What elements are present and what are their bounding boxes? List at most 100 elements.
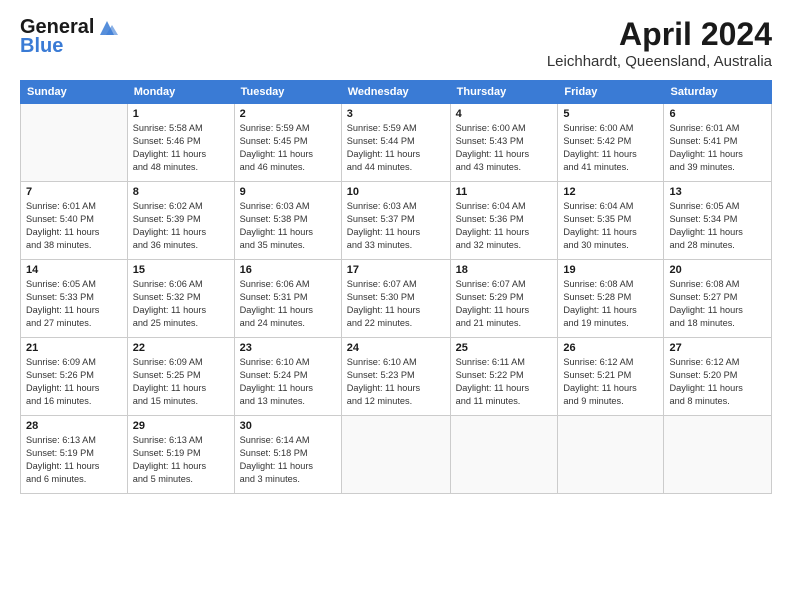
table-row: 25 Sunrise: 6:11 AMSunset: 5:22 PMDayligh… — [450, 338, 558, 416]
table-row: 5 Sunrise: 6:00 AMSunset: 5:42 PMDaylight… — [558, 104, 664, 182]
calendar-week-2: 7 Sunrise: 6:01 AMSunset: 5:40 PMDaylight… — [21, 182, 772, 260]
table-row: 16 Sunrise: 6:06 AMSunset: 5:31 PMDayligh… — [234, 260, 341, 338]
day-number: 22 — [133, 342, 229, 354]
day-info: Sunrise: 6:13 AMSunset: 5:19 PMDaylight:… — [133, 434, 229, 486]
day-number: 1 — [133, 108, 229, 120]
day-info: Sunrise: 6:05 AMSunset: 5:34 PMDaylight:… — [669, 200, 766, 252]
day-info: Sunrise: 6:03 AMSunset: 5:37 PMDaylight:… — [347, 200, 445, 252]
day-info: Sunrise: 6:01 AMSunset: 5:41 PMDaylight:… — [669, 122, 766, 174]
table-row: 7 Sunrise: 6:01 AMSunset: 5:40 PMDaylight… — [21, 182, 128, 260]
day-info: Sunrise: 5:59 AMSunset: 5:45 PMDaylight:… — [240, 122, 336, 174]
table-row: 30 Sunrise: 6:14 AMSunset: 5:18 PMDayligh… — [234, 416, 341, 494]
day-number: 11 — [456, 186, 553, 198]
calendar-week-3: 14Sunrise: 6:05 AMSunset: 5:33 PMDayligh… — [21, 260, 772, 338]
day-info: Sunrise: 6:08 AMSunset: 5:27 PMDaylight:… — [669, 278, 766, 330]
table-row: 1 Sunrise: 5:58 AMSunset: 5:46 PMDaylight… — [127, 104, 234, 182]
day-number: 14 — [26, 264, 122, 276]
col-friday: Friday — [558, 81, 664, 104]
day-number: 7 — [26, 186, 122, 198]
day-info: Sunrise: 6:09 AMSunset: 5:26 PMDaylight:… — [26, 356, 122, 408]
table-row: 12Sunrise: 6:04 AMSunset: 5:35 PMDayligh… — [558, 182, 664, 260]
day-info: Sunrise: 6:06 AMSunset: 5:32 PMDaylight:… — [133, 278, 229, 330]
table-row: 22 Sunrise: 6:09 AMSunset: 5:25 PMDayligh… — [127, 338, 234, 416]
day-number: 18 — [456, 264, 553, 276]
day-number: 9 — [240, 186, 336, 198]
day-number: 26 — [563, 342, 658, 354]
table-row: 15 Sunrise: 6:06 AMSunset: 5:32 PMDayligh… — [127, 260, 234, 338]
header: General Blue April 2024 Leichhardt, Quee… — [20, 16, 772, 70]
day-info: Sunrise: 5:59 AMSunset: 5:44 PMDaylight:… — [347, 122, 445, 174]
day-number: 23 — [240, 342, 336, 354]
col-sunday: Sunday — [21, 81, 128, 104]
month-title: April 2024 — [547, 16, 772, 53]
day-info: Sunrise: 6:02 AMSunset: 5:39 PMDaylight:… — [133, 200, 229, 252]
table-row: 8Sunrise: 6:02 AMSunset: 5:39 PMDaylight… — [127, 182, 234, 260]
day-info: Sunrise: 6:06 AMSunset: 5:31 PMDaylight:… — [240, 278, 336, 330]
day-info: Sunrise: 6:10 AMSunset: 5:24 PMDaylight:… — [240, 356, 336, 408]
day-info: Sunrise: 6:01 AMSunset: 5:40 PMDaylight:… — [26, 200, 122, 252]
day-info: Sunrise: 6:00 AMSunset: 5:42 PMDaylight:… — [563, 122, 658, 174]
calendar-table: Sunday Monday Tuesday Wednesday Thursday… — [20, 80, 772, 494]
calendar-header-row: Sunday Monday Tuesday Wednesday Thursday… — [21, 81, 772, 104]
day-info: Sunrise: 6:10 AMSunset: 5:23 PMDaylight:… — [347, 356, 445, 408]
table-row — [558, 416, 664, 494]
day-info: Sunrise: 6:12 AMSunset: 5:21 PMDaylight:… — [563, 356, 658, 408]
table-row: 24 Sunrise: 6:10 AMSunset: 5:23 PMDayligh… — [341, 338, 450, 416]
table-row: 6 Sunrise: 6:01 AMSunset: 5:41 PMDaylight… — [664, 104, 772, 182]
day-number: 10 — [347, 186, 445, 198]
table-row: 2 Sunrise: 5:59 AMSunset: 5:45 PMDaylight… — [234, 104, 341, 182]
table-row: 29 Sunrise: 6:13 AMSunset: 5:19 PMDayligh… — [127, 416, 234, 494]
logo-icon — [96, 17, 118, 39]
logo: General Blue — [20, 16, 118, 58]
table-row — [21, 104, 128, 182]
table-row: 11 Sunrise: 6:04 AMSunset: 5:36 PMDayligh… — [450, 182, 558, 260]
location-title: Leichhardt, Queensland, Australia — [547, 53, 772, 70]
table-row: 21 Sunrise: 6:09 AMSunset: 5:26 PMDayligh… — [21, 338, 128, 416]
table-row: 3Sunrise: 5:59 AMSunset: 5:44 PMDaylight… — [341, 104, 450, 182]
col-monday: Monday — [127, 81, 234, 104]
table-row: 17Sunrise: 6:07 AMSunset: 5:30 PMDayligh… — [341, 260, 450, 338]
day-number: 30 — [240, 420, 336, 432]
day-number: 27 — [669, 342, 766, 354]
day-info: Sunrise: 5:58 AMSunset: 5:46 PMDaylight:… — [133, 122, 229, 174]
calendar-week-1: 1 Sunrise: 5:58 AMSunset: 5:46 PMDaylight… — [21, 104, 772, 182]
day-number: 5 — [563, 108, 658, 120]
table-row: 28 Sunrise: 6:13 AMSunset: 5:19 PMDayligh… — [21, 416, 128, 494]
calendar-week-5: 28 Sunrise: 6:13 AMSunset: 5:19 PMDayligh… — [21, 416, 772, 494]
day-info: Sunrise: 6:07 AMSunset: 5:29 PMDaylight:… — [456, 278, 553, 330]
title-block: April 2024 Leichhardt, Queensland, Austr… — [547, 16, 772, 70]
day-info: Sunrise: 6:12 AMSunset: 5:20 PMDaylight:… — [669, 356, 766, 408]
day-number: 29 — [133, 420, 229, 432]
table-row — [664, 416, 772, 494]
table-row: 27 Sunrise: 6:12 AMSunset: 5:20 PMDayligh… — [664, 338, 772, 416]
day-info: Sunrise: 6:14 AMSunset: 5:18 PMDaylight:… — [240, 434, 336, 486]
day-info: Sunrise: 6:13 AMSunset: 5:19 PMDaylight:… — [26, 434, 122, 486]
table-row: 20Sunrise: 6:08 AMSunset: 5:27 PMDayligh… — [664, 260, 772, 338]
day-info: Sunrise: 6:11 AMSunset: 5:22 PMDaylight:… — [456, 356, 553, 408]
day-number: 2 — [240, 108, 336, 120]
day-info: Sunrise: 6:00 AMSunset: 5:43 PMDaylight:… — [456, 122, 553, 174]
day-number: 24 — [347, 342, 445, 354]
table-row: 13Sunrise: 6:05 AMSunset: 5:34 PMDayligh… — [664, 182, 772, 260]
table-row — [341, 416, 450, 494]
day-info: Sunrise: 6:03 AMSunset: 5:38 PMDaylight:… — [240, 200, 336, 252]
day-info: Sunrise: 6:04 AMSunset: 5:36 PMDaylight:… — [456, 200, 553, 252]
col-wednesday: Wednesday — [341, 81, 450, 104]
day-number: 21 — [26, 342, 122, 354]
day-number: 16 — [240, 264, 336, 276]
day-info: Sunrise: 6:07 AMSunset: 5:30 PMDaylight:… — [347, 278, 445, 330]
day-number: 28 — [26, 420, 122, 432]
day-info: Sunrise: 6:09 AMSunset: 5:25 PMDaylight:… — [133, 356, 229, 408]
day-number: 6 — [669, 108, 766, 120]
day-number: 15 — [133, 264, 229, 276]
day-info: Sunrise: 6:08 AMSunset: 5:28 PMDaylight:… — [563, 278, 658, 330]
col-thursday: Thursday — [450, 81, 558, 104]
page: General Blue April 2024 Leichhardt, Quee… — [0, 0, 792, 612]
table-row — [450, 416, 558, 494]
table-row: 4Sunrise: 6:00 AMSunset: 5:43 PMDaylight… — [450, 104, 558, 182]
day-number: 19 — [563, 264, 658, 276]
day-number: 12 — [563, 186, 658, 198]
table-row: 14Sunrise: 6:05 AMSunset: 5:33 PMDayligh… — [21, 260, 128, 338]
col-saturday: Saturday — [664, 81, 772, 104]
day-number: 25 — [456, 342, 553, 354]
